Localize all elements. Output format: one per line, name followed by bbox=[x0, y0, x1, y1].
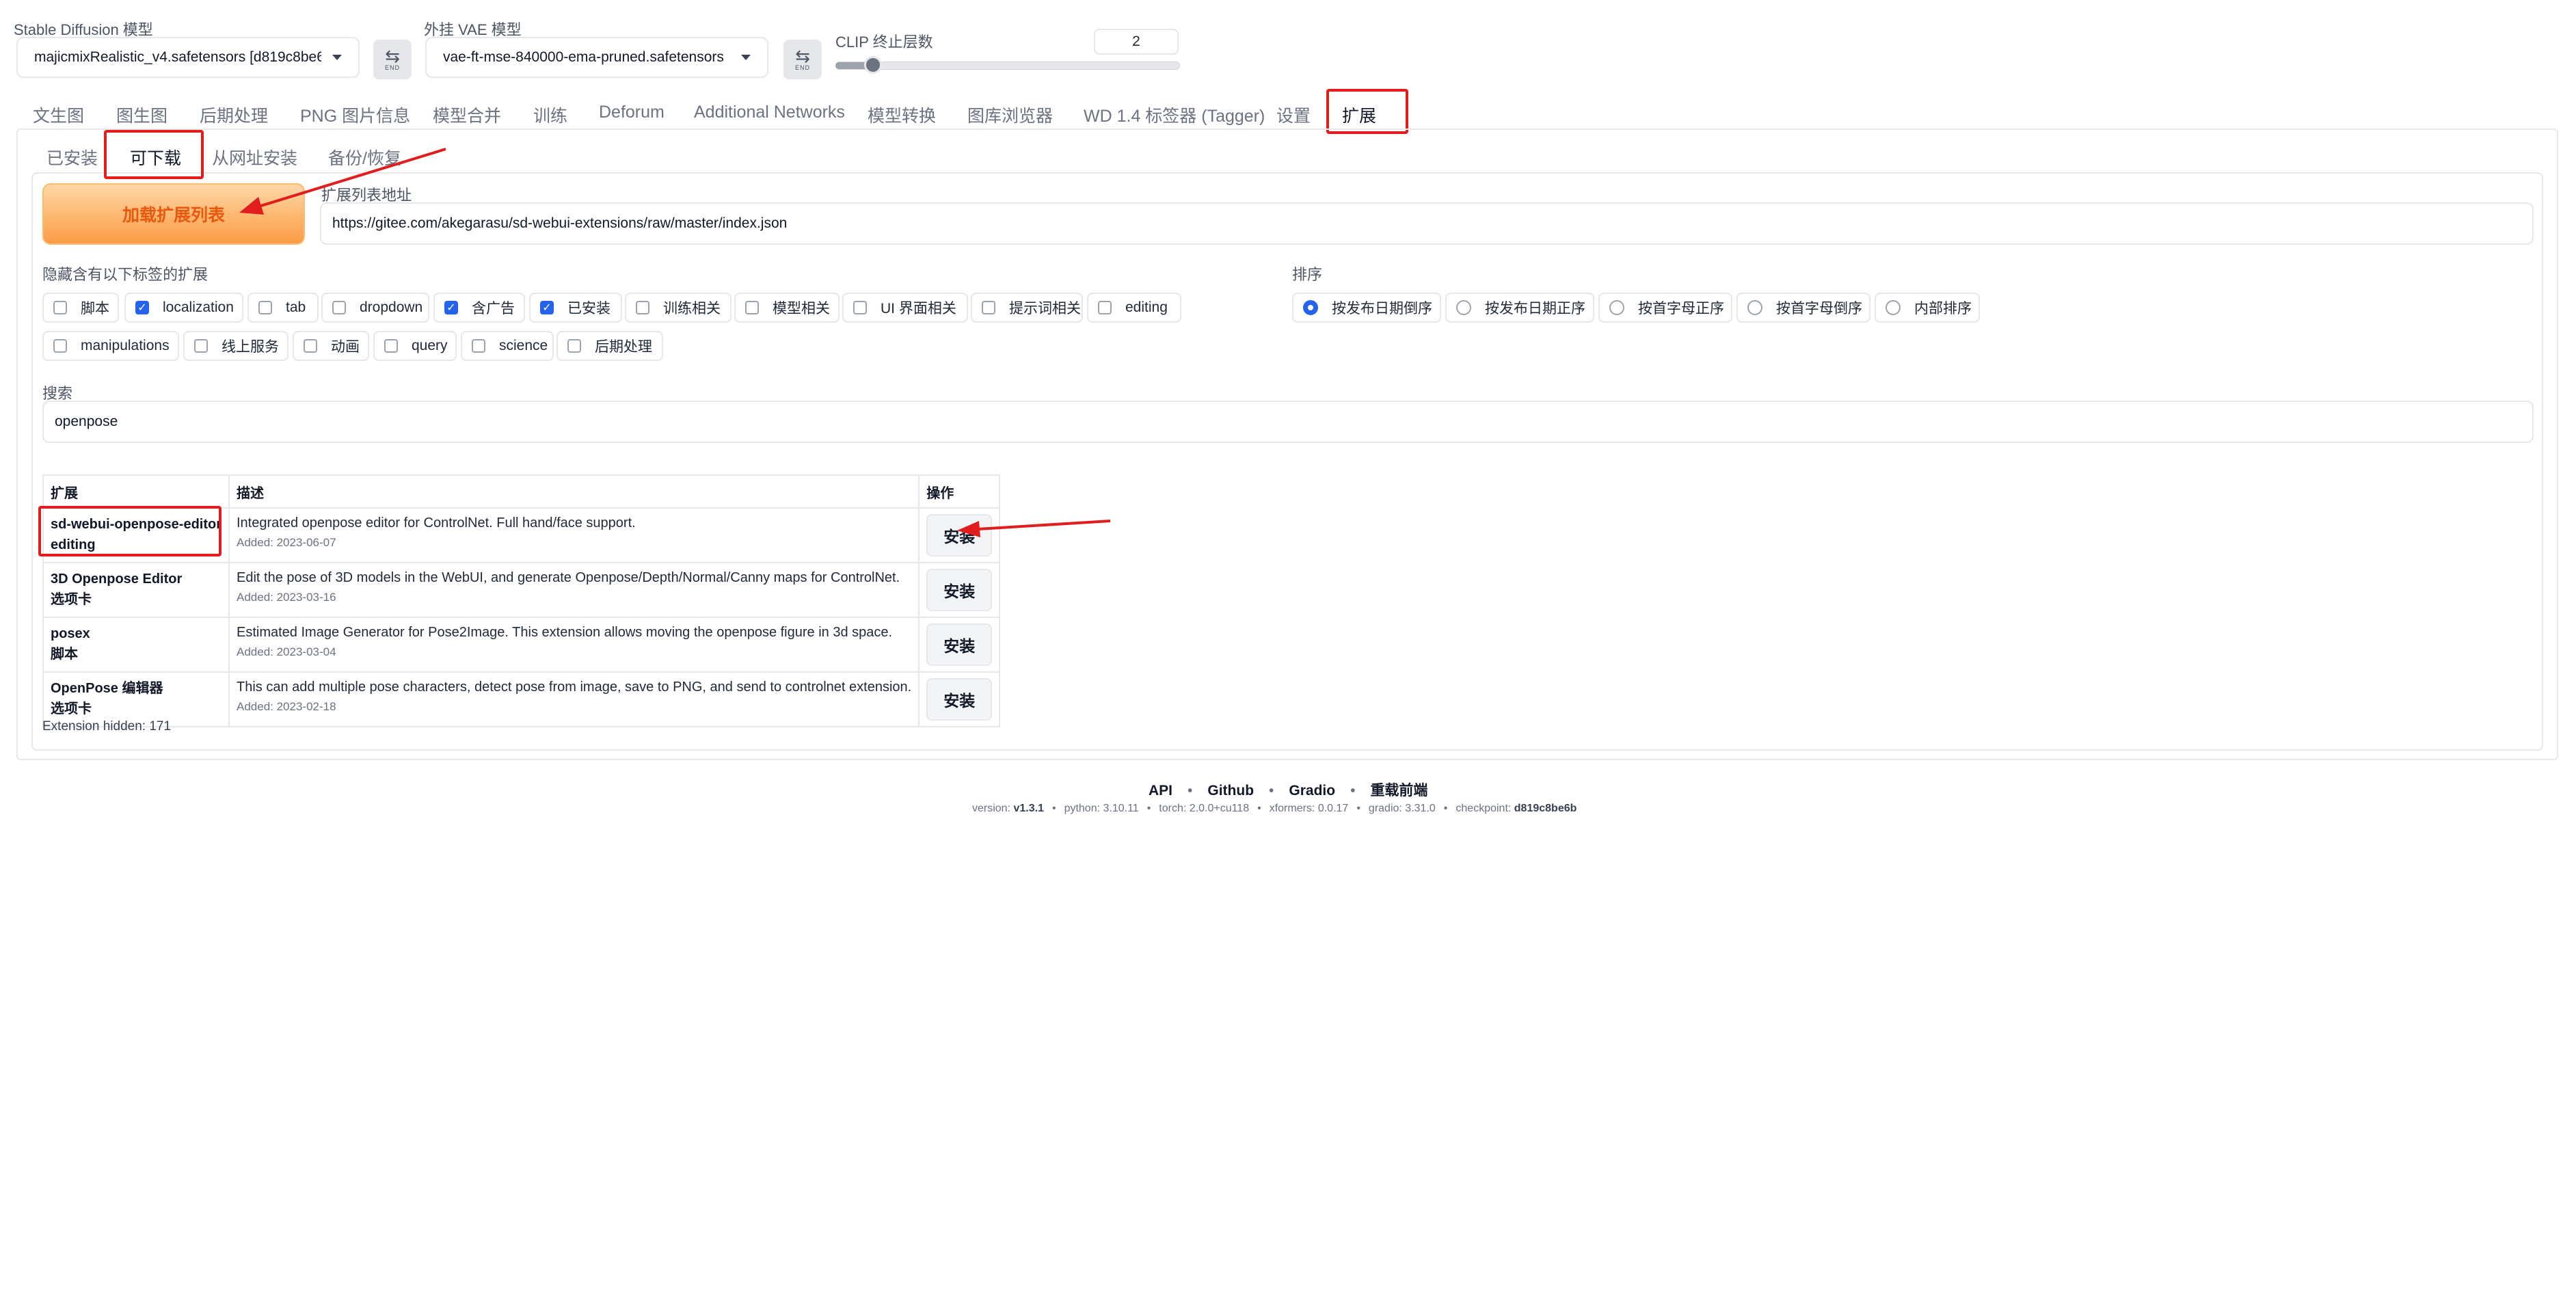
footer-version-info: version: v1.3.1 • python: 3.10.11 • torch: 2… bbox=[972, 803, 1577, 814]
footer-link-gradio[interactable]: Gradio bbox=[1289, 783, 1335, 798]
footer-links: API • Github • Gradio • 重载前端 bbox=[1149, 783, 1428, 798]
arrow-line-to-install-button bbox=[977, 520, 1111, 531]
footer-link-github[interactable]: Github bbox=[1207, 783, 1254, 798]
version-value: v1.3.1 bbox=[1013, 803, 1044, 814]
gradio-version: gradio: 3.31.0 bbox=[1368, 803, 1436, 814]
python-version: python: 3.10.11 bbox=[1064, 803, 1139, 814]
arrow-line-to-load-button bbox=[254, 148, 446, 209]
arrow-head-icon bbox=[239, 197, 264, 215]
footer-link-api[interactable]: API bbox=[1149, 783, 1172, 798]
version-key: version: bbox=[972, 803, 1014, 814]
torch-version: torch: 2.0.0+cu118 bbox=[1159, 803, 1250, 814]
arrow-head-icon bbox=[957, 521, 980, 537]
footer-link-reload-ui[interactable]: 重载前端 bbox=[1370, 783, 1427, 798]
annotation-arrows bbox=[239, 148, 1111, 537]
checkpoint-key: checkpoint: bbox=[1455, 803, 1514, 814]
checkpoint-hash: d819c8be6b bbox=[1514, 803, 1577, 814]
xformers-version: xformers: 0.0.17 bbox=[1269, 803, 1349, 814]
